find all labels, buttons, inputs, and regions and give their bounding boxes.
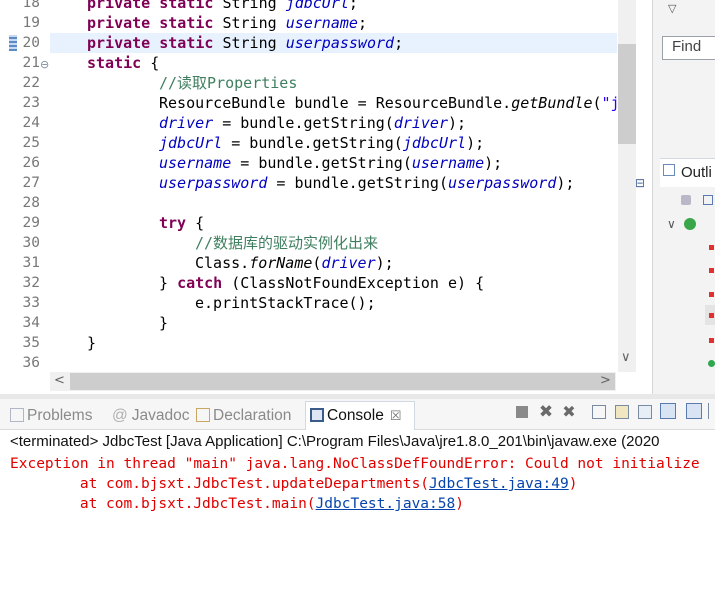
remove-launch-icon[interactable]: ✖	[538, 404, 554, 421]
code-line: Class.forName(driver);	[195, 254, 394, 272]
line-number-gutter: 18 19 20 21 22 23 24 25 26 27 28 29 30 3…	[0, 0, 44, 372]
line-number: 33	[22, 295, 40, 311]
line-number: 26	[22, 155, 40, 171]
expand-chevron-icon[interactable]: ∨	[667, 217, 676, 231]
code-line: static {	[87, 54, 160, 72]
scroll-lock-icon[interactable]	[615, 405, 629, 419]
private-field-icon	[709, 338, 714, 343]
stack-trace-line: at com.bjsxt.JdbcTest.updateDepartments(…	[10, 476, 578, 492]
code-line: private static String userpassword;	[87, 34, 404, 52]
console-header: <terminated> JdbcTest [Java Application]…	[10, 433, 660, 450]
line-number: 35	[22, 335, 40, 351]
line-number: 30	[22, 235, 40, 251]
line-number: 22	[22, 75, 40, 91]
line-number: 18	[22, 0, 40, 11]
tab-outline[interactable]: Outli	[660, 158, 715, 187]
line-number: 19	[22, 15, 40, 31]
minimize-icon[interactable]: ⊟	[635, 176, 645, 190]
line-number: 27	[22, 175, 40, 191]
class-icon	[684, 218, 696, 230]
line-number: 34	[22, 315, 40, 331]
code-line: e.printStackTrace();	[195, 294, 376, 312]
code-line: private static String jdbcUrl;	[87, 0, 358, 12]
code-line: private static String username;	[87, 14, 367, 32]
code-comment: //数据库的驱动实例化出来	[195, 234, 379, 252]
console-error-line: Exception in thread "main" java.lang.NoC…	[10, 456, 700, 472]
show-on-stderr-icon[interactable]	[686, 403, 702, 419]
outline-toolbar-icon[interactable]	[703, 195, 713, 205]
code-comment: //读取Properties	[159, 74, 298, 92]
scroll-down-arrow-icon[interactable]: ∨	[621, 350, 631, 365]
private-field-icon	[709, 313, 714, 318]
line-number: 20	[22, 35, 40, 51]
show-on-stdout-icon[interactable]	[660, 403, 676, 419]
line-number: 21	[22, 55, 40, 71]
line-number: 25	[22, 135, 40, 151]
line-number: 36	[22, 355, 40, 371]
stack-trace-link[interactable]: JdbcTest.java:58	[316, 496, 456, 512]
horizontal-scrollbar-thumb[interactable]	[70, 373, 615, 390]
scroll-right-arrow-icon[interactable]: >	[600, 373, 611, 388]
scroll-left-arrow-icon[interactable]: <	[54, 373, 65, 388]
dropdown-chevron-icon[interactable]: ▽	[668, 2, 676, 15]
outline-toolbar-icon[interactable]	[681, 195, 691, 205]
remove-all-terminated-icon[interactable]: ✖	[561, 404, 577, 420]
code-line: username = bundle.getString(username);	[159, 154, 503, 172]
code-line: driver = bundle.getString(driver);	[159, 114, 467, 132]
private-field-icon	[709, 268, 714, 273]
code-editor[interactable]: ⊖ 18 19 20 21 22 23 24 25 26 27 28 29 30…	[0, 0, 638, 392]
line-number: 28	[22, 195, 40, 211]
line-number: 32	[22, 275, 40, 291]
stack-trace-link[interactable]: JdbcTest.java:49	[429, 476, 569, 492]
code-line: userpassword = bundle.getString(userpass…	[159, 174, 575, 192]
private-field-icon	[709, 245, 714, 250]
code-line: try {	[159, 214, 205, 232]
vertical-scrollbar-thumb[interactable]	[618, 44, 636, 144]
line-number: 23	[22, 95, 40, 111]
public-method-icon	[708, 360, 715, 367]
line-number: 31	[22, 255, 40, 271]
pin-console-icon[interactable]	[708, 403, 715, 419]
code-line: ResourceBundle bundle = ResourceBundle.g…	[159, 94, 620, 112]
declaration-icon	[196, 408, 210, 422]
tab-declaration[interactable]: Declaration	[196, 407, 291, 425]
find-input[interactable]: Find	[662, 36, 715, 60]
line-number: 24	[22, 115, 40, 131]
code-line: jdbcUrl = bundle.getString(jdbcUrl);	[159, 134, 485, 152]
code-line: }	[87, 334, 97, 352]
tab-javadoc[interactable]: @ Javadoc	[112, 407, 189, 425]
problems-icon	[10, 408, 24, 422]
clear-console-icon[interactable]	[592, 405, 606, 419]
close-tab-icon[interactable]: ☒	[390, 408, 402, 423]
outline-icon	[663, 164, 675, 176]
line-number: 29	[22, 215, 40, 231]
code-line: } catch (ClassNotFoundException e) {	[159, 274, 485, 292]
stack-trace-line: at com.bjsxt.JdbcTest.main(JdbcTest.java…	[10, 496, 464, 512]
at-icon: @	[112, 407, 128, 424]
private-field-icon	[709, 292, 714, 297]
terminate-icon[interactable]	[516, 406, 528, 418]
word-wrap-icon[interactable]	[638, 405, 652, 419]
code-line: }	[159, 314, 169, 332]
tab-problems[interactable]: Problems	[10, 407, 92, 425]
tab-console[interactable]: Console ☒	[310, 407, 402, 425]
console-icon	[310, 408, 324, 422]
outline-tab-label: Outli	[681, 164, 712, 181]
